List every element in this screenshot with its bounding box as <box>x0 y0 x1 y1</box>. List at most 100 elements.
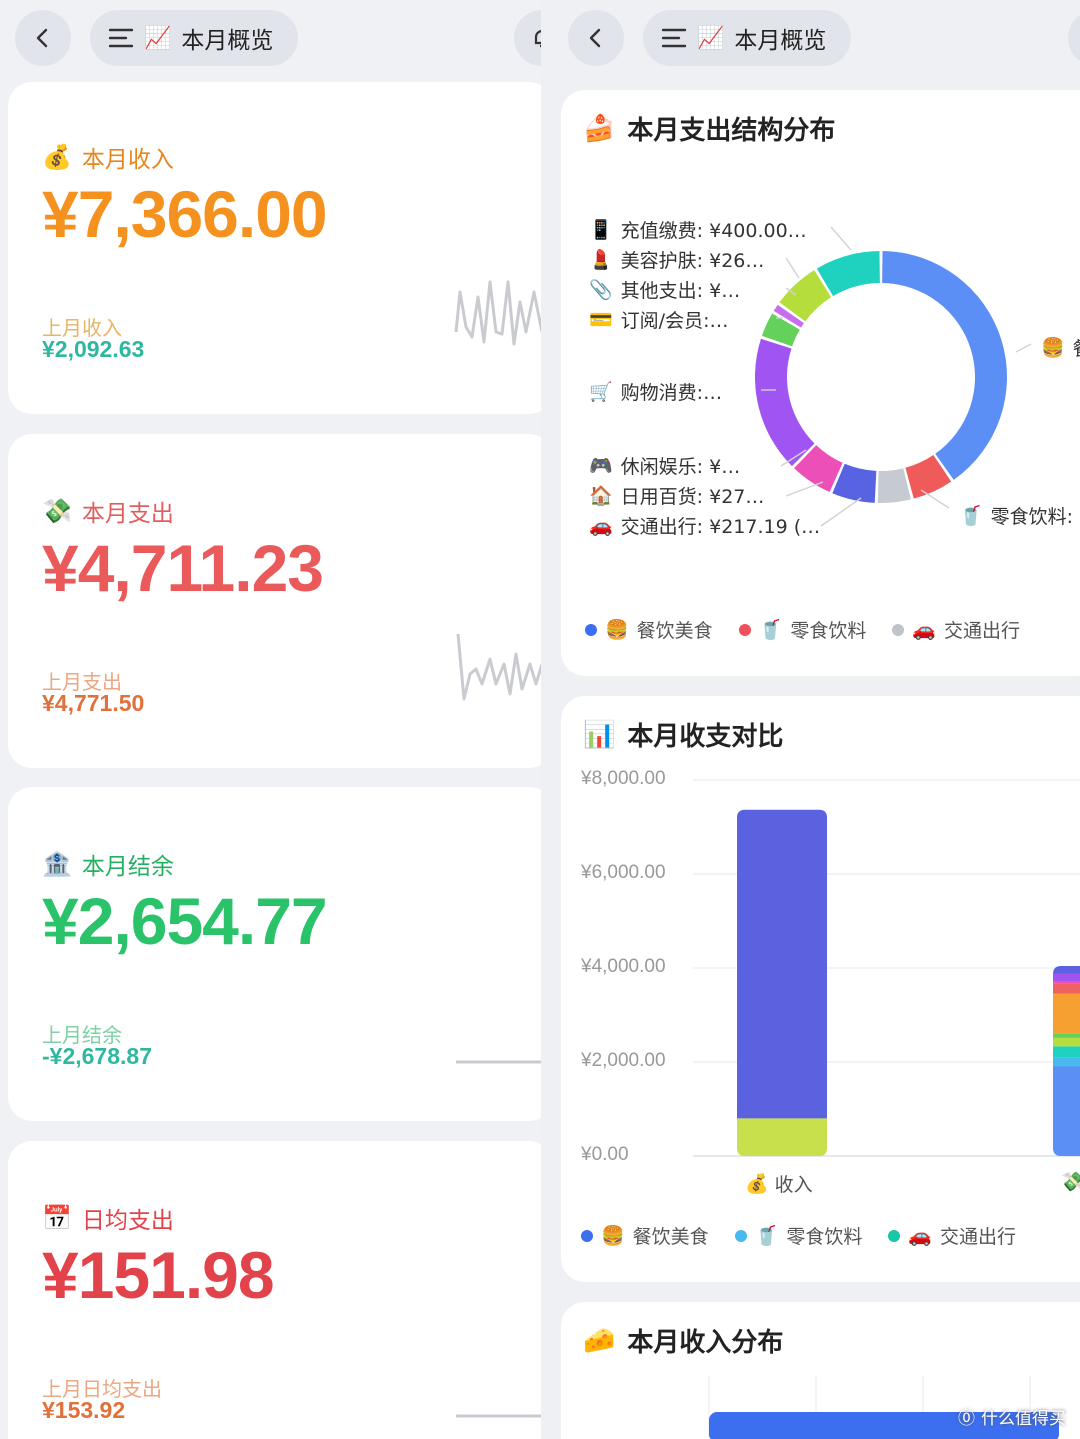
income-card[interactable]: 💰 本月收入 ¥7,366.00 上月收入 ¥2,092.63 <box>8 82 541 414</box>
donut-slice-5 <box>755 338 815 467</box>
bar-支出-segment-1 <box>1053 1057 1080 1067</box>
pie-legend: 🍔 餐饮美食 🥤 零食饮料 🚗 交通出行 <box>585 616 1020 643</box>
leader-line-8 <box>1015 343 1032 353</box>
legend-dot <box>581 1229 593 1242</box>
legend-item-snacks[interactable]: 🥤 零食饮料 <box>734 1222 862 1249</box>
legend-item-food[interactable]: 🍔 餐饮美食 <box>585 616 713 643</box>
bar-收入-segment-0 <box>737 1118 827 1156</box>
expense-card[interactable]: 💸 本月支出 ¥4,711.23 上月支出 ¥4,771.50 <box>8 434 541 768</box>
legend-item-transport[interactable]: 🚗 交通出行 <box>892 616 1020 643</box>
legend-dot <box>585 623 597 636</box>
right-screen: 📈 本月概览 🍰 本月支出结构分布 📱 充值缴费: ¥400.00… 💄 美容护肤:… <box>541 0 1080 1439</box>
daily-amount: ¥151.98 <box>42 1238 275 1312</box>
legend-dot <box>892 623 905 636</box>
legend-label: 餐饮美食 <box>632 1226 709 1248</box>
pie-label-snacks[interactable]: 🥤 零食饮料: <box>959 502 1073 529</box>
menu-icon <box>661 28 687 48</box>
daily-sparkline <box>456 1414 541 1418</box>
bar-收入-segment-1 <box>737 809 827 1119</box>
bell-icon <box>534 30 541 48</box>
chevron-left-icon <box>589 28 601 48</box>
pie-label-text: 休闲娱乐: ¥… <box>620 456 741 478</box>
overview-menu-button-right[interactable]: 📈 本月概览 <box>643 10 851 66</box>
nav-title: 本月概览 <box>181 28 274 54</box>
money-bag-icon: 💰 <box>42 143 72 171</box>
house-icon: 🏠 <box>589 485 613 507</box>
notification-button[interactable] <box>514 10 541 66</box>
expense-structure-card: 🍰 本月支出结构分布 📱 充值缴费: ¥400.00… 💄 美容护肤: ¥26… 📎… <box>561 90 1080 676</box>
left-screen: 📈 本月概览 💰 本月收入 ¥7,366.00 上月收入 ¥2,092.63 💸… <box>0 0 541 1439</box>
income-sparkline <box>454 280 541 346</box>
income-expense-compare-card: 📊 本月收支对比 ¥8,000.00 ¥6,000.00 ¥4,000.00 ¥… <box>561 696 1080 1282</box>
bar-支出-segment-5 <box>1053 993 1080 1034</box>
legend-label: 餐饮美食 <box>636 620 713 642</box>
pie-label-text: 其他支出: ¥… <box>620 280 741 302</box>
pie-label-recharge[interactable]: 📱 充值缴费: ¥400.00… <box>589 216 807 243</box>
leader-line-6 <box>785 481 824 497</box>
flying-money-icon: 💸 <box>42 497 72 525</box>
pie-label-text: 餐 <box>1073 334 1080 361</box>
x-label-expense: 💸 <box>1061 1170 1080 1193</box>
pie-label-text: 订阅/会员:… <box>620 310 729 332</box>
daily-average-card[interactable]: 📅 日均支出 ¥151.98 上月日均支出 ¥153.92 <box>8 1141 541 1439</box>
income-label: 本月收入 <box>81 147 174 173</box>
bar-支出-segment-6 <box>1053 983 1080 994</box>
pie-label-other[interactable]: 📎 其他支出: ¥… <box>589 276 740 303</box>
watermark-text: 什么值得买 <box>981 1409 1066 1429</box>
daily-label-row: 📅 日均支出 <box>42 1201 174 1235</box>
donut-slice-2 <box>877 468 911 503</box>
pie-label-daily-goods[interactable]: 🏠 日用百货: ¥27… <box>589 482 764 509</box>
legend-dot <box>734 1229 747 1242</box>
prev-income-value: ¥2,092.63 <box>42 336 145 362</box>
credit-card-icon: 💳 <box>589 309 613 331</box>
paperclip-icon: 📎 <box>589 279 613 301</box>
burger-icon: 🍔 <box>601 1225 625 1247</box>
leader-line-1 <box>785 257 800 279</box>
legend-label: 零食饮料 <box>790 620 867 642</box>
back-button-right[interactable] <box>568 10 624 66</box>
balance-amount: ¥2,654.77 <box>42 884 328 958</box>
pie-label-shopping[interactable]: 🛒 购物消费:… <box>589 378 722 405</box>
notification-button-right[interactable] <box>1068 10 1080 66</box>
bar-支出-segment-9 <box>1053 965 1080 974</box>
chevron-left-icon <box>36 28 48 48</box>
calendar-icon: 📅 <box>42 1204 72 1232</box>
pie-label-text: 零食饮料: <box>990 506 1074 528</box>
bar-支出-segment-0 <box>1053 1066 1080 1156</box>
legend-item-transport[interactable]: 🚗 交通出行 <box>888 1222 1016 1249</box>
cart-icon: 🛒 <box>589 381 613 403</box>
balance-card[interactable]: 🏦 本月结余 ¥2,654.77 上月结余 -¥2,678.87 <box>8 787 541 1121</box>
expense-label-row: 💸 本月支出 <box>42 494 174 528</box>
car-icon: 🚗 <box>908 1225 933 1247</box>
back-button[interactable] <box>15 10 71 66</box>
pie-label-leisure[interactable]: 🎮 休闲娱乐: ¥… <box>589 452 740 479</box>
bar-支出-segment-4 <box>1053 1033 1080 1038</box>
pie-label-text: 日用百货: ¥27… <box>620 486 765 508</box>
pie-label-text: 美容护肤: ¥26… <box>620 250 765 272</box>
pie-label-text: 交通出行: ¥217.19 (… <box>620 516 821 538</box>
income-expense-bar-chart <box>693 779 1080 1157</box>
x-label-text: 收入 <box>774 1174 813 1196</box>
income-amount: ¥7,366.00 <box>42 177 328 251</box>
bar-支出-segment-3 <box>1053 1037 1080 1047</box>
watermark: ⓪ 什么值得买 <box>958 1404 1066 1429</box>
x-label-income: 💰 收入 <box>745 1170 813 1197</box>
leader-line-0 <box>830 226 852 251</box>
pie-label-beauty[interactable]: 💄 美容护肤: ¥26… <box>589 246 764 273</box>
legend-label: 交通出行 <box>944 620 1021 642</box>
pie-label-subscription[interactable]: 💳 订阅/会员:… <box>589 306 728 333</box>
bar-支出-segment-7 <box>1053 981 1080 984</box>
pie-label-food[interactable]: 🍔餐 <box>1041 334 1080 361</box>
car-icon: 🚗 <box>589 515 613 537</box>
menu-icon <box>108 28 134 48</box>
balance-label: 本月结余 <box>81 854 174 880</box>
pie-label-transport[interactable]: 🚗 交通出行: ¥217.19 (… <box>589 512 820 539</box>
overview-menu-button[interactable]: 📈 本月概览 <box>90 10 298 66</box>
legend-item-snacks[interactable]: 🥤 零食饮料 <box>738 616 867 643</box>
legend-item-food[interactable]: 🍔 餐饮美食 <box>581 1222 709 1249</box>
flying-money-icon: 💸 <box>1061 1171 1080 1193</box>
chart-up-icon: 📈 <box>144 25 172 51</box>
legend-dot <box>738 623 751 636</box>
burger-icon: 🍔 <box>1041 337 1065 359</box>
money-bag-icon: 💰 <box>745 1173 769 1195</box>
